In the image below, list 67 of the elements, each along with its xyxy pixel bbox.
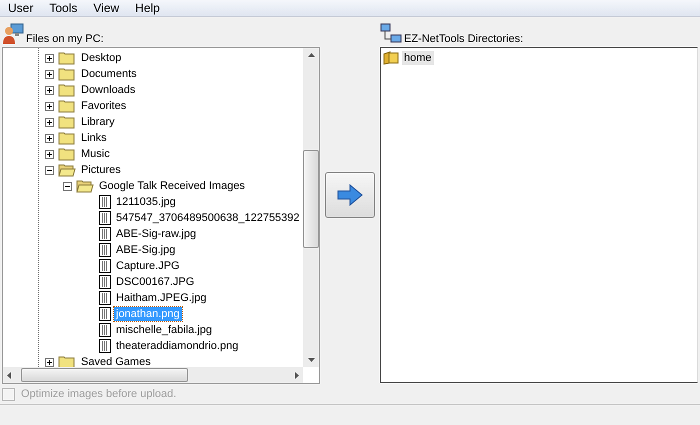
open-folder-icon	[76, 179, 94, 193]
menu-item[interactable]: Help	[127, 1, 168, 15]
tree-item[interactable]: Saved Games	[79, 355, 153, 367]
upload-button[interactable]	[325, 172, 375, 218]
tree-item[interactable]: 547547_3706489500638_122755392	[114, 211, 302, 225]
tree-item[interactable]: home	[402, 51, 434, 65]
tree-item[interactable]: Pictures	[79, 163, 123, 177]
tree-item[interactable]: Downloads	[79, 83, 138, 97]
expander-icon[interactable]	[45, 166, 54, 174]
tree-item[interactable]: ABE-Sig.jpg	[114, 243, 178, 257]
tree-item[interactable]: Capture.JPG	[114, 259, 182, 273]
tree-item[interactable]: mischelle_fabila.jpg	[114, 323, 214, 337]
panel-label: Files on my PC:	[26, 33, 104, 45]
tree-item[interactable]: Favorites	[79, 99, 128, 113]
tree-item[interactable]: theateraddiamondrio.png	[114, 339, 240, 353]
expander-icon[interactable]	[45, 102, 54, 110]
expander-icon[interactable]	[45, 358, 54, 366]
file-icon	[99, 243, 111, 257]
checkbox-label: Optimize images before upload.	[21, 388, 176, 400]
folder-icon	[58, 67, 76, 81]
expander-icon[interactable]	[45, 70, 54, 78]
expander-icon[interactable]	[45, 134, 54, 142]
file-icon	[99, 227, 111, 241]
tree-item[interactable]: Library	[79, 115, 117, 129]
expander-icon[interactable]	[45, 150, 54, 158]
file-icon	[99, 195, 111, 209]
file-icon	[99, 291, 111, 305]
panel-label: EZ-NetTools Directories:	[404, 33, 524, 45]
vertical-scrollbar[interactable]	[303, 48, 319, 367]
folder-icon	[58, 51, 76, 65]
tree-item[interactable]: 1211035.jpg	[114, 195, 178, 209]
folder-icon	[58, 147, 76, 161]
file-icon	[99, 259, 111, 273]
tree-item[interactable]: Google Talk Received Images	[97, 179, 247, 193]
horizontal-scrollbar[interactable]	[3, 367, 303, 383]
folder-icon	[383, 51, 399, 65]
tree-item[interactable]: ABE-Sig-raw.jpg	[114, 227, 198, 241]
scroll-up-icon[interactable]	[308, 53, 314, 57]
folder-icon	[58, 115, 76, 129]
expander-icon[interactable]	[45, 86, 54, 94]
tree-item[interactable]: Haitham.JPEG.jpg	[114, 291, 208, 305]
right-arrow-icon	[337, 184, 363, 206]
tree-item[interactable]: Desktop	[79, 51, 124, 65]
tree-item[interactable]: Links	[79, 131, 109, 145]
tree-item[interactable]: Music	[79, 147, 112, 161]
file-icon	[99, 275, 111, 289]
menu-item[interactable]: View	[85, 1, 128, 15]
menu-item[interactable]: Tools	[41, 1, 86, 15]
file-icon	[99, 307, 111, 321]
expander-icon[interactable]	[45, 54, 54, 62]
folder-icon	[58, 131, 76, 145]
folder-icon	[58, 99, 76, 113]
menu-item[interactable]: User	[0, 1, 42, 15]
file-icon	[99, 211, 111, 225]
scroll-down-icon[interactable]	[308, 358, 314, 362]
expander-icon[interactable]	[45, 118, 54, 126]
file-icon	[99, 339, 111, 353]
scroll-left-icon[interactable]	[7, 372, 11, 378]
tree-item[interactable]: DSC00167.JPG	[114, 275, 196, 289]
folder-icon	[58, 83, 76, 97]
expander-icon[interactable]	[63, 182, 72, 190]
user-computer-icon	[2, 23, 24, 45]
file-icon	[99, 323, 111, 337]
tree-item[interactable]: Documents	[79, 67, 139, 81]
open-folder-icon	[58, 163, 76, 177]
network-computers-icon	[380, 23, 402, 45]
scroll-right-icon[interactable]	[295, 372, 299, 378]
